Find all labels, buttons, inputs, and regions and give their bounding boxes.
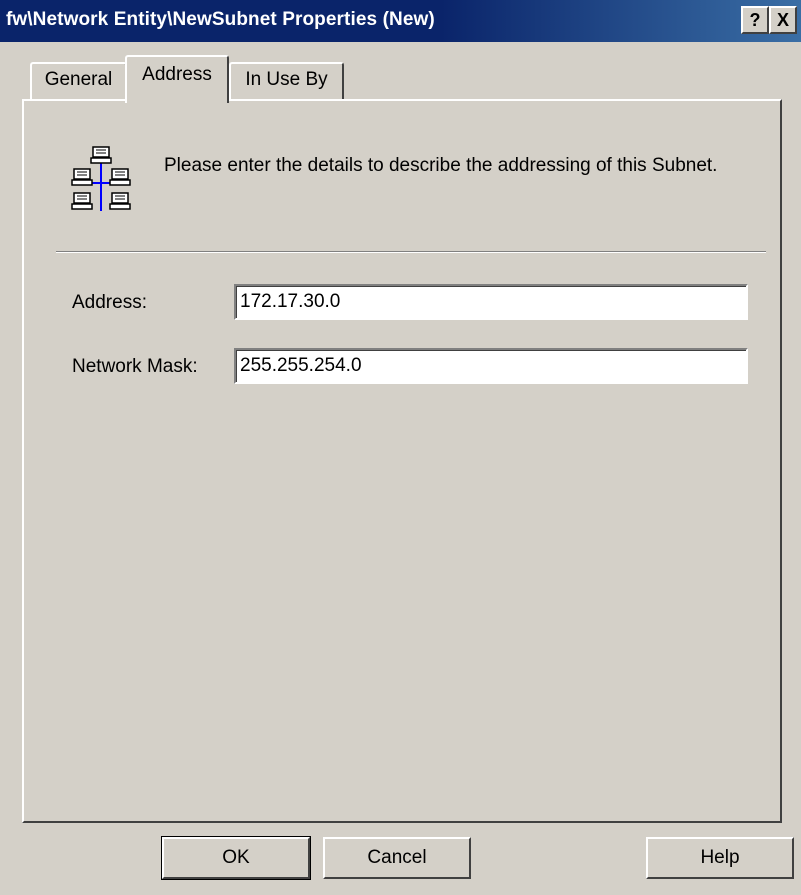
window-title: fw\Network Entity\NewSubnet Properties (… [6,9,435,30]
network-mask-field[interactable] [234,348,748,384]
address-tab-panel: Please enter the details to describe the… [22,99,782,823]
close-caption-button[interactable]: X [769,6,797,34]
tab-general[interactable]: General [30,62,127,100]
separator [56,251,766,253]
title-bar[interactable]: fw\Network Entity\NewSubnet Properties (… [0,0,801,42]
properties-dialog: fw\Network Entity\NewSubnet Properties (… [0,0,801,895]
ok-button[interactable]: OK [161,836,311,880]
tab-address[interactable]: Address [125,55,229,103]
panel-description: Please enter the details to describe the… [164,155,718,176]
address-field[interactable] [234,284,748,320]
help-caption-button[interactable]: ? [741,6,769,34]
help-button[interactable]: Help [646,837,794,879]
network-mask-label: Network Mask: [72,356,198,377]
address-label: Address: [72,292,147,313]
cancel-button[interactable]: Cancel [323,837,471,879]
subnet-network-icon [71,146,131,211]
tab-in-use-by[interactable]: In Use By [229,62,344,100]
